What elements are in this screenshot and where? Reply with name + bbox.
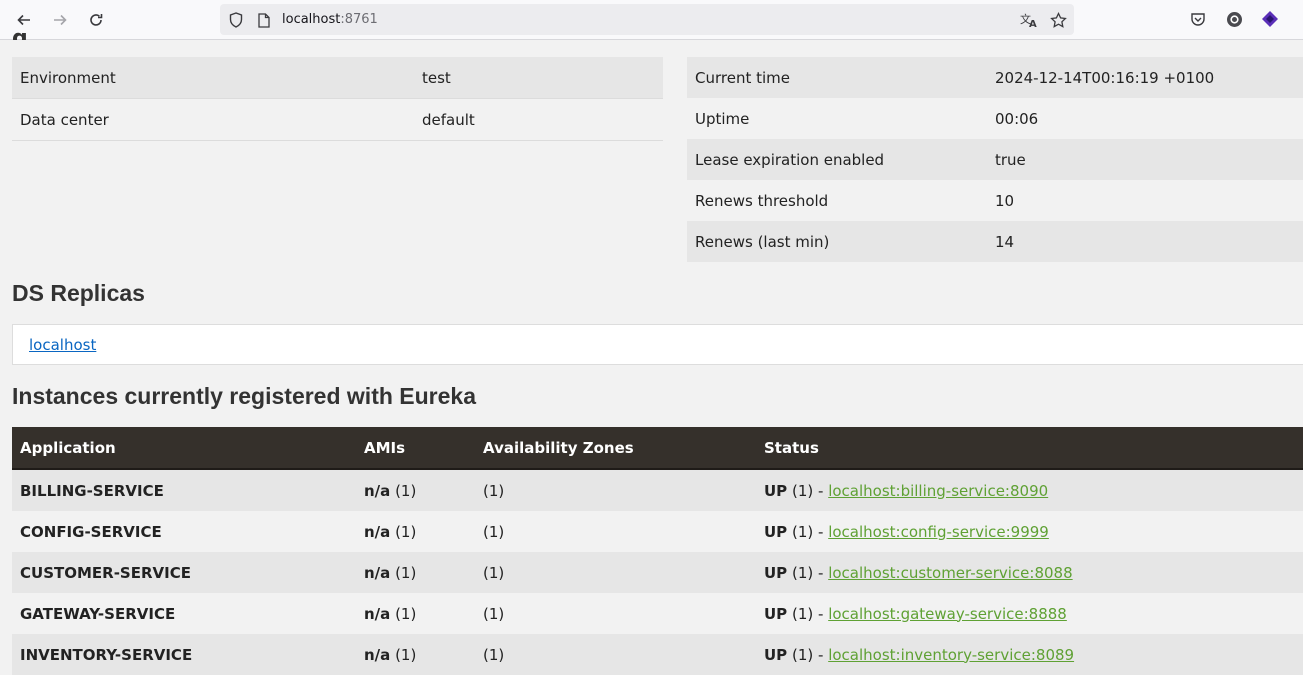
zones-cell: (1)	[475, 511, 756, 552]
ami-count: (1)	[395, 563, 417, 582]
table-row: GATEWAY-SERVICE n/a (1) (1) UP (1) - localh…	[12, 593, 1303, 634]
info-value: default	[414, 98, 663, 141]
info-value: 14	[987, 221, 1303, 262]
status-count: (1) -	[791, 563, 824, 582]
instances-table: Application AMIs Availability Zones Stat…	[12, 427, 1303, 675]
ami-value: n/a	[364, 481, 391, 500]
info-row: Lease expiration enabled true	[687, 139, 1303, 180]
svg-text:A: A	[1029, 19, 1037, 28]
ami-cell: n/a (1)	[356, 634, 475, 675]
info-value: 2024-12-14T00:16:19 +0100	[987, 57, 1303, 98]
column-header-zones: Availability Zones	[475, 427, 756, 470]
url-host: localhost	[282, 12, 341, 27]
zones-cell: (1)	[475, 634, 756, 675]
info-key: Uptime	[687, 98, 987, 139]
status-count: (1) -	[791, 522, 824, 541]
application-name: CONFIG-SERVICE	[12, 511, 356, 552]
info-row: Data center default	[12, 98, 663, 141]
status-cell: UP (1) - localhost:gateway-service:8888	[756, 593, 1303, 634]
table-row: CUSTOMER-SERVICE n/a (1) (1) UP (1) - local…	[12, 552, 1303, 593]
application-name: BILLING-SERVICE	[12, 469, 356, 511]
ami-count: (1)	[395, 522, 417, 541]
instance-link[interactable]: localhost:billing-service:8090	[828, 482, 1048, 500]
zones-cell: (1)	[475, 593, 756, 634]
ami-count: (1)	[395, 604, 417, 623]
status-cell: UP (1) - localhost:customer-service:8088	[756, 552, 1303, 593]
instance-link[interactable]: localhost:config-service:9999	[828, 523, 1049, 541]
page-icon	[255, 11, 273, 29]
table-row: INVENTORY-SERVICE n/a (1) (1) UP (1) - loca…	[12, 634, 1303, 675]
status-value: UP	[764, 522, 788, 541]
ds-replicas-box: localhost	[12, 324, 1303, 365]
column-header-amis: AMIs	[356, 427, 475, 470]
zones-cell: (1)	[475, 552, 756, 593]
info-row: Current time 2024-12-14T00:16:19 +0100	[687, 57, 1303, 98]
table-row: CONFIG-SERVICE n/a (1) (1) UP (1) - localho…	[12, 511, 1303, 552]
info-row: Renews (last min) 14	[687, 221, 1303, 262]
info-value: 00:06	[987, 98, 1303, 139]
info-key: Environment	[12, 57, 414, 99]
info-row: Uptime 00:06	[687, 98, 1303, 139]
status-value: UP	[764, 481, 788, 500]
ami-cell: n/a (1)	[356, 552, 475, 593]
status-count: (1) -	[791, 645, 824, 664]
info-value: 10	[987, 180, 1303, 221]
instances-heading: Instances currently registered with Eure…	[12, 383, 477, 409]
instance-link[interactable]: localhost:inventory-service:8089	[828, 646, 1074, 664]
status-cell: UP (1) - localhost:inventory-service:808…	[756, 634, 1303, 675]
status-count: (1) -	[791, 481, 824, 500]
info-row: Renews threshold 10	[687, 180, 1303, 221]
browser-toolbar: localhost:8761 文A	[0, 0, 1303, 40]
ami-value: n/a	[364, 645, 391, 664]
reload-icon[interactable]	[84, 8, 108, 32]
info-key: Data center	[12, 98, 414, 141]
shield-icon[interactable]	[227, 11, 245, 29]
status-info-table: Current time 2024-12-14T00:16:19 +0100 Upt…	[687, 57, 1303, 262]
translate-icon[interactable]: 文A	[1020, 11, 1038, 29]
column-header-application: Application	[12, 427, 356, 470]
info-row: Environment test	[12, 57, 663, 99]
ami-cell: n/a (1)	[356, 511, 475, 552]
instance-link[interactable]: localhost:gateway-service:8888	[828, 605, 1067, 623]
replica-link[interactable]: localhost	[29, 336, 96, 354]
application-name: GATEWAY-SERVICE	[12, 593, 356, 634]
info-value: true	[987, 139, 1303, 180]
info-key: Current time	[687, 57, 987, 98]
ami-count: (1)	[395, 645, 417, 664]
status-cell: UP (1) - localhost:billing-service:8090	[756, 469, 1303, 511]
circle-o-icon[interactable]	[1225, 10, 1243, 28]
info-key: Renews (last min)	[687, 221, 987, 262]
ami-value: n/a	[364, 604, 391, 623]
purple-diamond-icon[interactable]	[1261, 10, 1279, 28]
arrow-right-icon[interactable]	[48, 8, 72, 32]
environment-info-table: Environment test Data center default	[12, 57, 663, 141]
ds-replicas-heading: DS Replicas	[12, 280, 145, 306]
column-header-status: Status	[756, 427, 1303, 470]
status-value: UP	[764, 604, 788, 623]
info-value: test	[414, 57, 663, 99]
info-key: Lease expiration enabled	[687, 139, 987, 180]
url-text[interactable]: localhost:8761	[282, 12, 378, 27]
info-key: Renews threshold	[687, 180, 987, 221]
status-count: (1) -	[791, 604, 824, 623]
ami-count: (1)	[395, 481, 417, 500]
status-value: UP	[764, 563, 788, 582]
zones-cell: (1)	[475, 469, 756, 511]
ami-cell: n/a (1)	[356, 469, 475, 511]
status-cell: UP (1) - localhost:config-service:9999	[756, 511, 1303, 552]
instance-link[interactable]: localhost:customer-service:8088	[828, 564, 1072, 582]
cut-off-heading: g	[12, 28, 28, 40]
table-row: BILLING-SERVICE n/a (1) (1) UP (1) - localh…	[12, 469, 1303, 511]
instances-header-row: Application AMIs Availability Zones Stat…	[12, 427, 1303, 470]
ami-cell: n/a (1)	[356, 593, 475, 634]
url-bar[interactable]: localhost:8761 文A	[220, 4, 1074, 35]
ami-value: n/a	[364, 522, 391, 541]
application-name: INVENTORY-SERVICE	[12, 634, 356, 675]
star-icon[interactable]	[1049, 11, 1067, 29]
ami-value: n/a	[364, 563, 391, 582]
application-name: CUSTOMER-SERVICE	[12, 552, 356, 593]
status-value: UP	[764, 645, 788, 664]
pocket-icon[interactable]	[1189, 10, 1207, 28]
url-port: :8761	[340, 12, 378, 27]
